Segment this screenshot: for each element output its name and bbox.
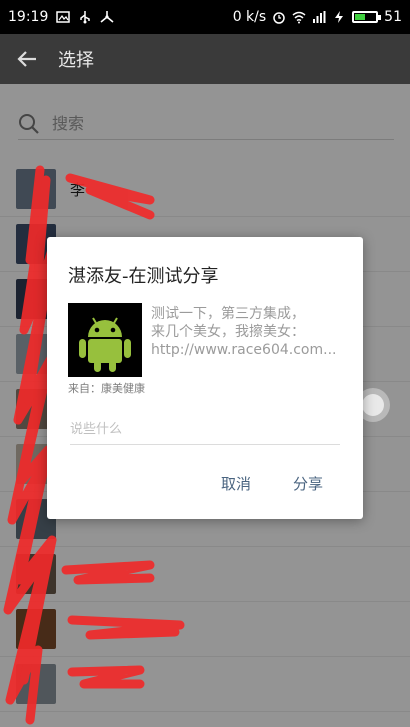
dialog-title: 湛添友-在测试分享 — [68, 266, 219, 287]
android-app-icon — [68, 303, 142, 377]
status-bar: 19:19 0 k/s 51 — [0, 0, 410, 34]
share-text-line-2: 来几个美女，我擦美女： — [151, 324, 305, 340]
app-bar: 选择 — [0, 34, 410, 84]
comment-input[interactable] — [70, 415, 340, 444]
source-label: 来自：康美健康 — [68, 382, 145, 395]
image-notification-icon — [56, 11, 71, 23]
share-text-line-1: 测试一下，第三方集成， — [151, 306, 305, 322]
share-button[interactable]: 分享 — [293, 473, 323, 494]
share-dialog: 湛添友-在测试分享 测试一下，第三方集成， 来几个美女，我擦美女： http:/… — [47, 237, 363, 519]
battery-icon — [352, 11, 382, 23]
alarm-icon — [273, 12, 285, 24]
network-speed: 0 k/s — [232, 9, 267, 25]
battery-level: 51 — [384, 9, 402, 25]
cancel-button[interactable]: 取消 — [221, 473, 251, 494]
usb-icon — [80, 11, 91, 24]
charging-icon — [335, 11, 344, 23]
back-button[interactable] — [0, 34, 54, 84]
share-content: 测试一下，第三方集成， 来几个美女，我擦美女： http://www.race6… — [151, 305, 341, 359]
signal-icon — [313, 11, 326, 23]
comment-field-wrapper — [70, 415, 340, 445]
status-time: 19:19 — [8, 9, 49, 25]
share-node-icon — [100, 11, 114, 23]
share-text-url: http://www.race604.com... — [151, 342, 337, 358]
page-title: 选择 — [58, 50, 94, 71]
wifi-icon — [292, 11, 306, 24]
android-robot-icon — [79, 317, 131, 372]
arrow-left-icon — [17, 51, 36, 67]
